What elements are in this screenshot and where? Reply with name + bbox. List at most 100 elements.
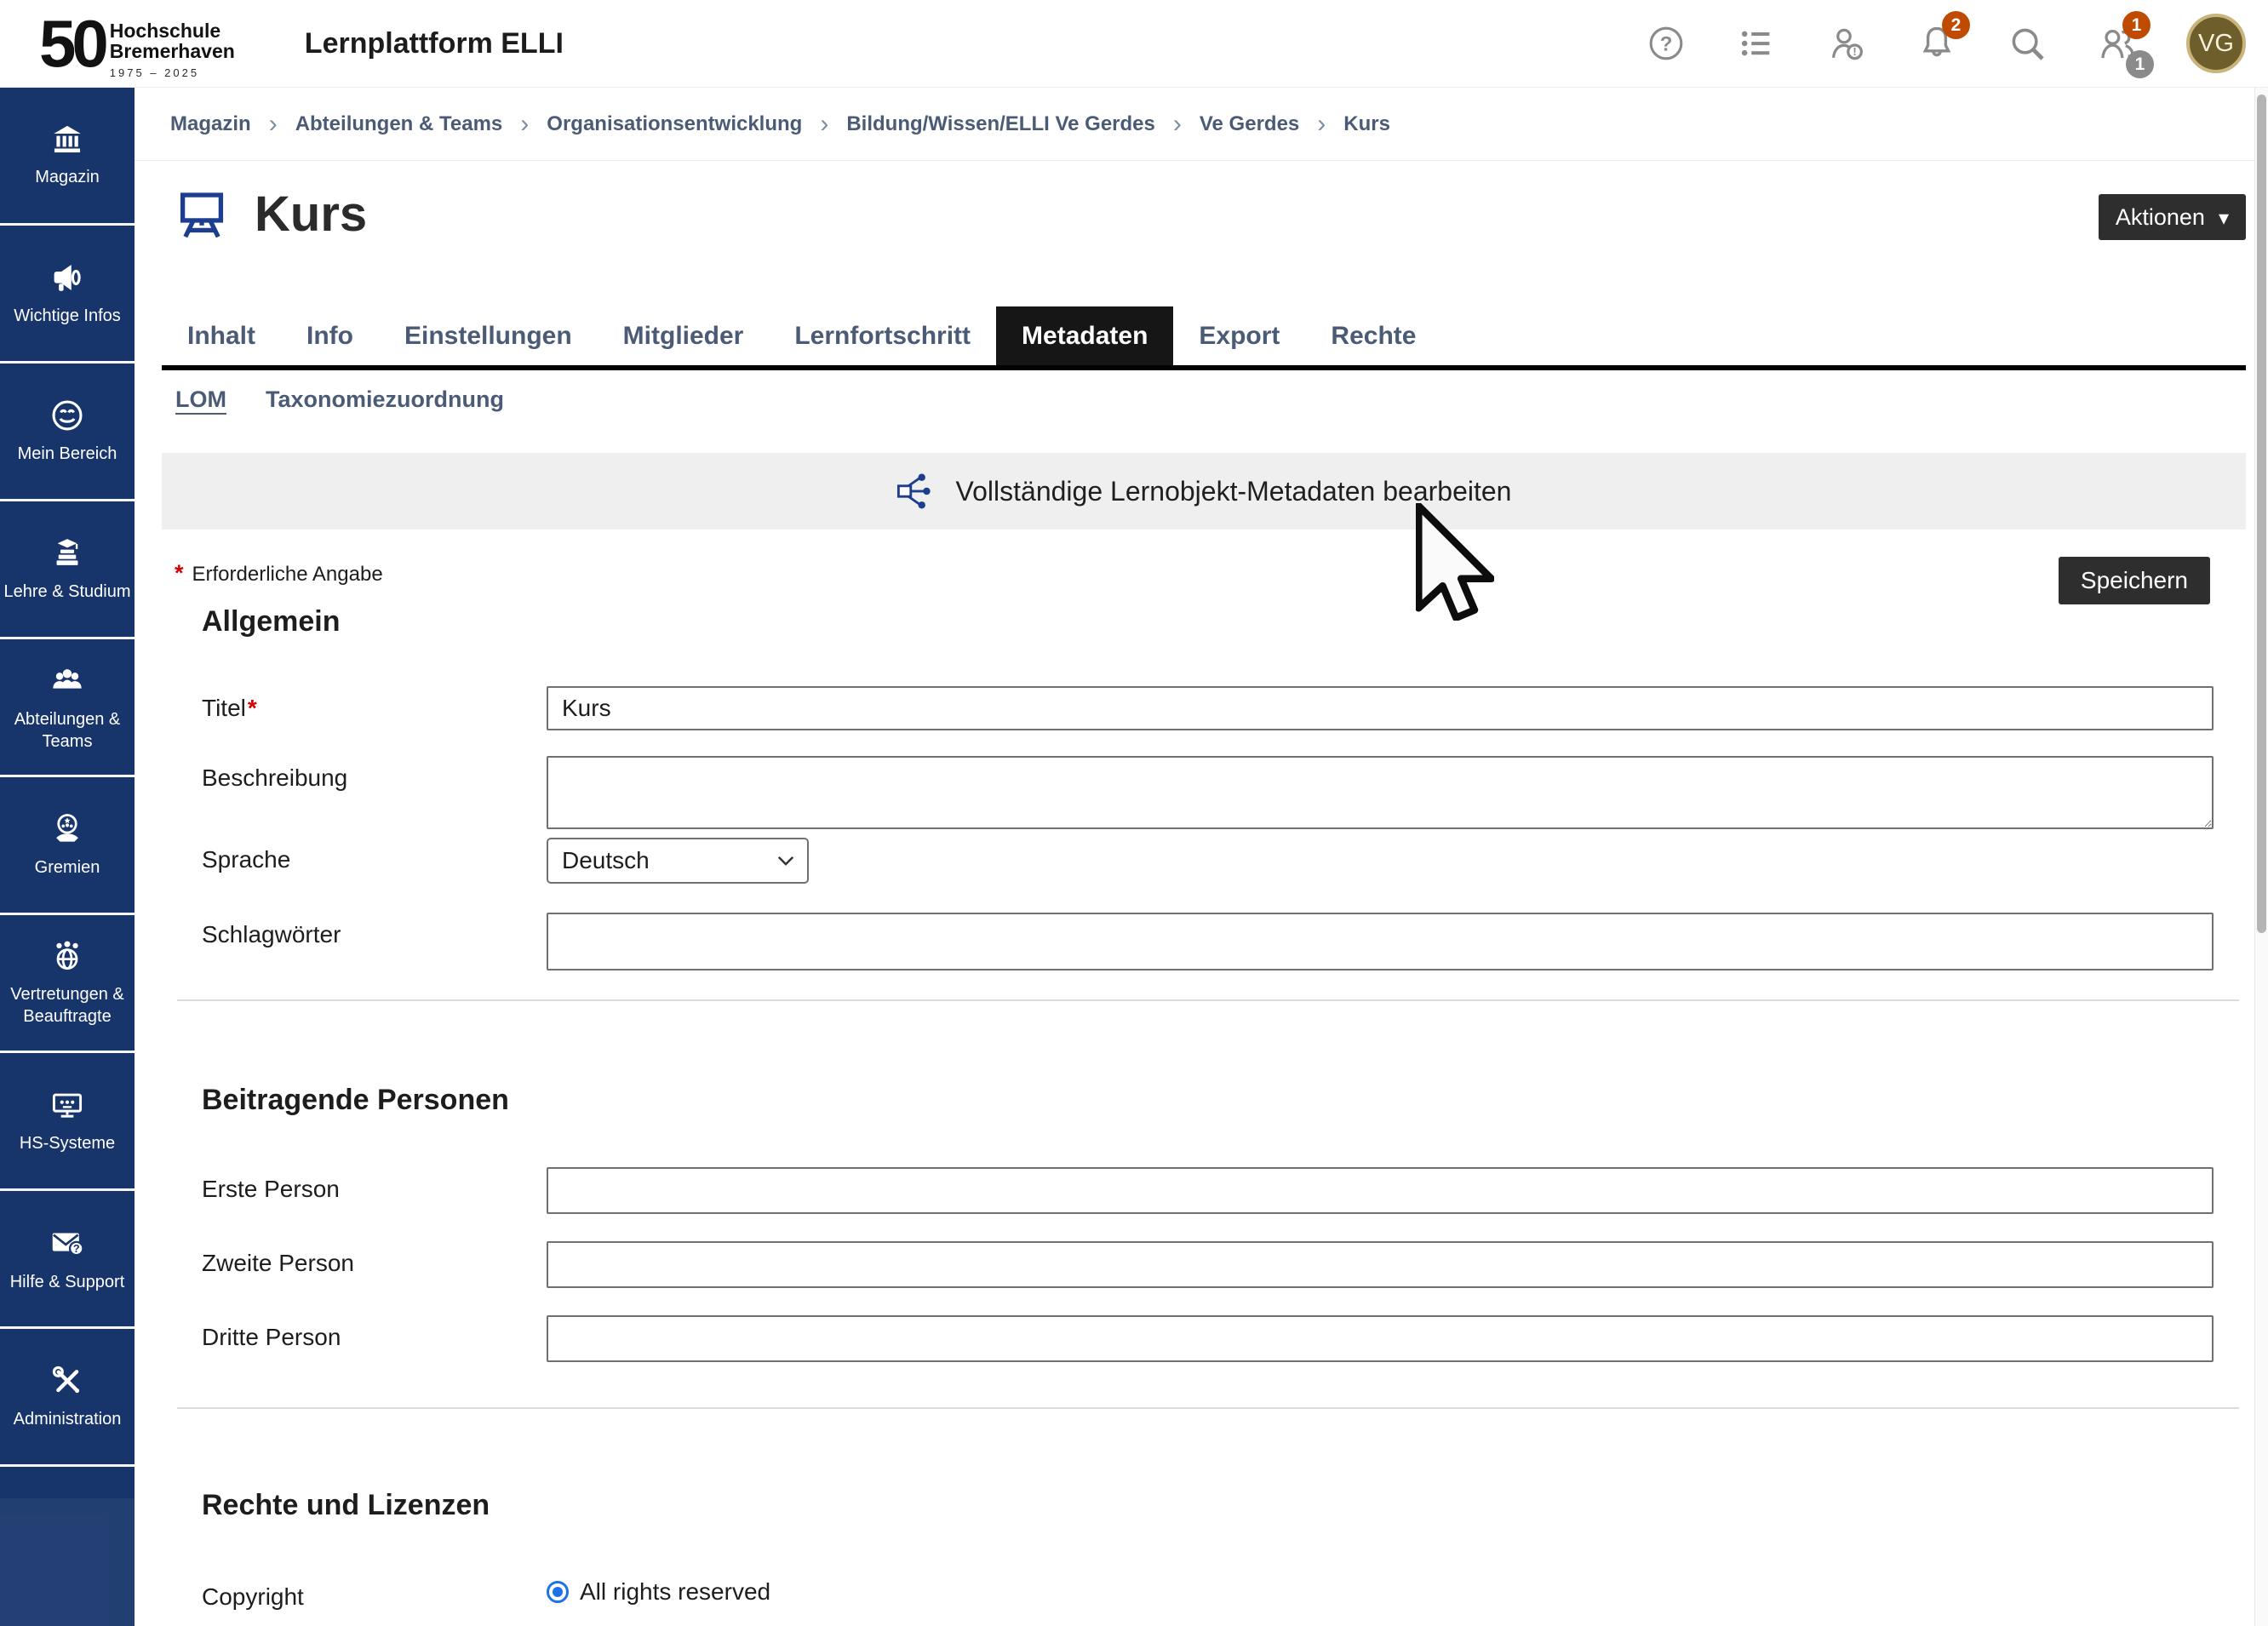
notifications-button[interactable]: 2: [1916, 22, 1958, 65]
smiley-icon: [49, 397, 86, 434]
globe-people-icon: [49, 937, 86, 975]
breadcrumb-separator-icon: [520, 112, 529, 137]
app-title: Lernplattform ELLI: [305, 27, 564, 60]
form-row-titel: Titel*: [202, 686, 2214, 730]
section-divider: [177, 1407, 2239, 1409]
breadcrumb-item-magazin[interactable]: Magazin: [170, 112, 251, 136]
sidebar-item-label: Hilfe & Support: [10, 1272, 125, 1294]
breadcrumb-item-abteilungen[interactable]: Abteilungen & Teams: [295, 112, 503, 136]
sidebar-item-wichtige-infos[interactable]: Wichtige Infos: [0, 226, 135, 364]
subtab-lom[interactable]: LOM: [175, 386, 226, 416]
breadcrumb-separator-icon: [1317, 112, 1326, 137]
required-hint: Erforderliche Angabe: [192, 560, 383, 587]
form-row-dritte-person: Dritte Person: [202, 1315, 2214, 1362]
search-button[interactable]: [2006, 22, 2048, 65]
dritte-person-label: Dritte Person: [202, 1315, 547, 1351]
dritte-person-input[interactable]: [547, 1315, 2214, 1362]
sidebar-item-hilfe-support[interactable]: ? Hilfe & Support: [0, 1191, 135, 1329]
sidebar-footer-area: [0, 1498, 135, 1626]
copyright-radio-selected[interactable]: [547, 1581, 569, 1603]
tab-einstellungen[interactable]: Einstellungen: [379, 306, 598, 365]
tab-bar: Inhalt Info Einstellungen Mitglieder Ler…: [162, 306, 2254, 365]
scrollbar-thumb[interactable]: [2257, 94, 2266, 933]
contacts-button[interactable]: 1 1: [2096, 22, 2139, 65]
tab-export[interactable]: Export: [1173, 306, 1305, 365]
sidebar-item-lehre-studium[interactable]: Lehre & Studium: [0, 501, 135, 639]
erste-person-input[interactable]: [547, 1167, 2214, 1214]
sidebar-item-abteilungen-teams[interactable]: Abteilungen & Teams: [0, 639, 135, 777]
university-logo: 50 Hochschule Bremerhaven 1975 – 2025: [0, 7, 235, 80]
tab-lernfortschritt[interactable]: Lernfortschritt: [769, 306, 996, 365]
sidebar-item-label: Mein Bereich: [18, 444, 117, 466]
sidebar-item-label: Gremien: [35, 857, 100, 879]
sidebar-item-mein-bereich[interactable]: Mein Bereich: [0, 364, 135, 501]
member-status-button[interactable]: !: [1825, 22, 1868, 65]
todo-list-button[interactable]: [1735, 22, 1778, 65]
breadcrumb-item-ve-gerdes[interactable]: Ve Gerdes: [1200, 112, 1299, 136]
form-toolbar: * Erforderliche Angabe Speichern: [175, 560, 2254, 608]
main-sidebar: Magazin Wichtige Infos Mein Bereich: [0, 88, 135, 1626]
sidebar-item-label: Administration: [14, 1409, 122, 1431]
logo-name-line1: Hochschule: [110, 20, 235, 41]
tools-icon: [49, 1362, 86, 1400]
tab-metadaten[interactable]: Metadaten: [996, 306, 1173, 365]
sprache-select[interactable]: Deutsch: [547, 838, 809, 884]
sidebar-item-administration[interactable]: Administration: [0, 1329, 135, 1467]
sidebar-item-vertretungen[interactable]: Vertretungen & Beauftragte: [0, 915, 135, 1053]
mail-question-icon: ?: [48, 1223, 87, 1262]
search-icon: [2007, 23, 2048, 64]
main-content: Magazin Abteilungen & Teams Organisation…: [135, 88, 2254, 1626]
form-row-erste-person: Erste Person: [202, 1167, 2214, 1214]
section-divider: [177, 999, 2239, 1001]
copyright-radio-group: All rights reserved: [547, 1575, 2214, 1606]
sprache-label: Sprache: [202, 838, 547, 873]
beschreibung-textarea[interactable]: [547, 756, 2214, 829]
help-button[interactable]: ?: [1645, 22, 1687, 65]
sidebar-item-gremien[interactable]: Gremien: [0, 777, 135, 915]
breadcrumb-separator-icon: [1173, 112, 1182, 137]
breadcrumb-item-organisationsentwicklung[interactable]: Organisationsentwicklung: [547, 112, 802, 136]
sidebar-item-hs-systeme[interactable]: HS-Systeme: [0, 1053, 135, 1191]
tab-mitglieder[interactable]: Mitglieder: [598, 306, 770, 365]
schlagwoerter-input[interactable]: [547, 913, 2214, 970]
monitor-icon: [49, 1086, 86, 1124]
required-asterisk: *: [175, 560, 184, 587]
edit-full-metadata-link[interactable]: Vollständige Lernobjekt-Metadaten bearbe…: [162, 453, 2246, 530]
schlagwoerter-label: Schlagwörter: [202, 913, 547, 948]
tab-info[interactable]: Info: [281, 306, 379, 365]
vertical-scrollbar: [2254, 88, 2268, 1626]
chevron-down-icon: [776, 855, 795, 867]
megaphone-icon: [49, 259, 86, 296]
sidebar-item-label: Abteilungen & Teams: [3, 709, 132, 753]
breadcrumb-item-bildung[interactable]: Bildung/Wissen/ELLI Ve Gerdes: [846, 112, 1155, 136]
notifications-badge: 2: [1942, 11, 1970, 39]
user-avatar[interactable]: VG: [2186, 14, 2246, 73]
committee-icon: [49, 810, 86, 848]
course-easel-icon: [175, 187, 229, 242]
sidebar-item-label: Wichtige Infos: [14, 306, 121, 328]
actions-button-label: Aktionen: [2116, 204, 2205, 231]
logo-name-line2: Bremerhaven: [110, 41, 235, 61]
sidebar-item-label: Vertretungen & Beauftragte: [3, 984, 132, 1028]
save-button[interactable]: Speichern: [2059, 557, 2210, 604]
section-heading-beitragende: Beitragende Personen: [202, 1083, 2254, 1118]
logo-50-mark: 50: [39, 7, 105, 80]
breadcrumb: Magazin Abteilungen & Teams Organisation…: [135, 88, 2254, 161]
sidebar-item-magazin[interactable]: Magazin: [0, 88, 135, 226]
form-row-schlagwoerter: Schlagwörter: [202, 913, 2214, 970]
actions-button[interactable]: Aktionen: [2099, 194, 2246, 240]
svg-text:!: !: [1853, 45, 1856, 58]
svg-text:?: ?: [1660, 32, 1673, 55]
breadcrumb-separator-icon: [269, 112, 278, 137]
subtab-taxonomiezuordnung[interactable]: Taxonomiezuordnung: [266, 386, 504, 416]
people-group-icon: [48, 661, 87, 700]
required-asterisk: *: [248, 695, 257, 721]
breadcrumb-item-kurs[interactable]: Kurs: [1343, 112, 1390, 136]
zweite-person-input[interactable]: [547, 1241, 2214, 1288]
tab-inhalt[interactable]: Inhalt: [162, 306, 281, 365]
logo-text: Hochschule Bremerhaven 1975 – 2025: [110, 7, 235, 79]
tab-rechte[interactable]: Rechte: [1305, 306, 1441, 365]
titel-input[interactable]: [547, 686, 2214, 730]
help-icon: ?: [1647, 24, 1686, 63]
section-heading-allgemein: Allgemein: [202, 604, 2254, 639]
